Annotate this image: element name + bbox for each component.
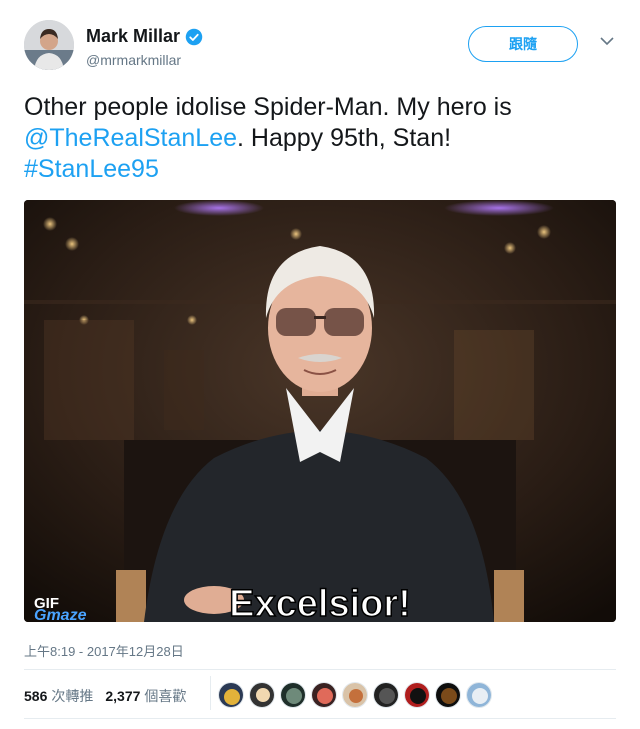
chevron-down-icon[interactable] [600, 36, 614, 46]
hashtag-link[interactable]: #StanLee95 [24, 155, 159, 183]
likes-label: 個喜歡 [144, 688, 187, 704]
author-avatar[interactable] [24, 20, 74, 70]
gif-watermark: Gmaze [34, 607, 87, 622]
author-avatar-image [24, 20, 74, 70]
author-name-row: Mark Millar [86, 26, 203, 47]
liker-avatar[interactable] [249, 682, 275, 708]
tweet-text: Other people idolise Spider-Man. My hero… [24, 92, 616, 185]
tweet-header: Mark Millar @mrmarkmillar 跟隨 [24, 20, 616, 76]
author-name[interactable]: Mark Millar [86, 26, 180, 47]
liker-avatar[interactable] [466, 682, 492, 708]
follow-button[interactable]: 跟隨 [468, 26, 578, 62]
retweets-count: 586 [24, 688, 48, 704]
mention-link[interactable]: @TheRealStanLee [24, 124, 237, 152]
tweet-timestamp[interactable]: 上午8:19 - 2017年12月28日 [24, 641, 184, 660]
liker-avatar[interactable] [218, 682, 244, 708]
gif-frame: GIF Gmaze Excelsior! [24, 200, 616, 622]
author-handle[interactable]: @mrmarkmillar [86, 52, 181, 68]
likes-count: 2,377 [105, 688, 141, 704]
liker-avatar[interactable] [280, 682, 306, 708]
tweet-text-part2: . Happy 95th, Stan! [237, 124, 452, 152]
likes-stat[interactable]: 2,377 個喜歡 [105, 686, 186, 706]
liker-avatar[interactable] [404, 682, 430, 708]
liker-avatars [218, 682, 497, 708]
liker-avatar[interactable] [373, 682, 399, 708]
tweet-media-gif[interactable]: GIF Gmaze Excelsior! [24, 200, 616, 622]
retweets-label: 次轉推 [51, 688, 94, 704]
verified-badge-icon [185, 28, 203, 45]
stats-divider [210, 676, 211, 710]
liker-avatar[interactable] [435, 682, 461, 708]
divider-top [24, 669, 616, 670]
divider-bottom [24, 718, 616, 719]
liker-avatar[interactable] [311, 682, 337, 708]
retweets-stat[interactable]: 586 次轉推 [24, 686, 93, 706]
tweet-stats: 586 次轉推 2,377 個喜歡 [24, 686, 198, 706]
gif-caption: Excelsior! [229, 583, 411, 622]
liker-avatar[interactable] [342, 682, 368, 708]
tweet-text-part1: Other people idolise Spider-Man. My hero… [24, 93, 512, 121]
